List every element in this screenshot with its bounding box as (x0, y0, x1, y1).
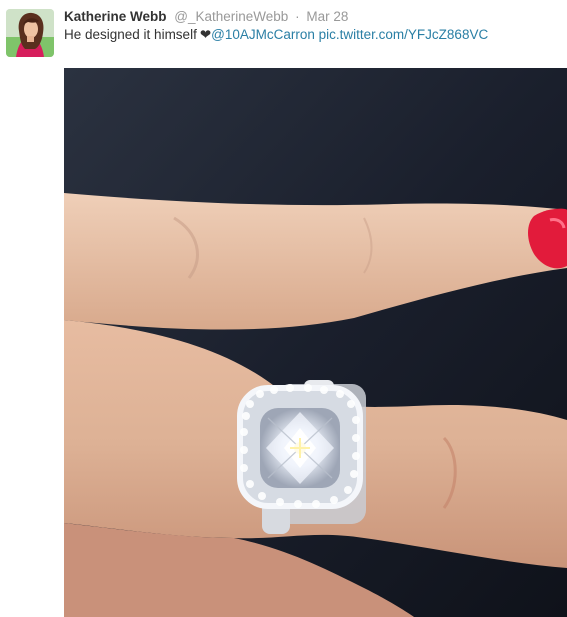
tweet-header: Katherine Webb @_KatherineWebb · Mar 28 (64, 8, 348, 26)
mention-link[interactable]: @10AJMcCarron (211, 27, 315, 42)
username[interactable]: @_KatherineWebb (174, 9, 288, 24)
tweet-photo[interactable] (64, 68, 567, 617)
avatar-image (6, 9, 54, 57)
heart-icon: ❤ (199, 27, 212, 42)
avatar[interactable] (6, 9, 54, 57)
tweet-text-body: He designed it himself (64, 27, 197, 42)
ring-photo-icon (64, 68, 567, 617)
timestamp[interactable]: Mar 28 (306, 9, 348, 24)
separator-dot: · (295, 9, 300, 24)
fullname[interactable]: Katherine Webb (64, 9, 167, 24)
media-link[interactable]: pic.twitter.com/YFJcZ868VC (319, 27, 489, 42)
tweet: Katherine Webb @_KatherineWebb · Mar 28 … (0, 0, 567, 617)
tweet-text: He designed it himself ❤@10AJMcCarron pic… (64, 26, 488, 44)
